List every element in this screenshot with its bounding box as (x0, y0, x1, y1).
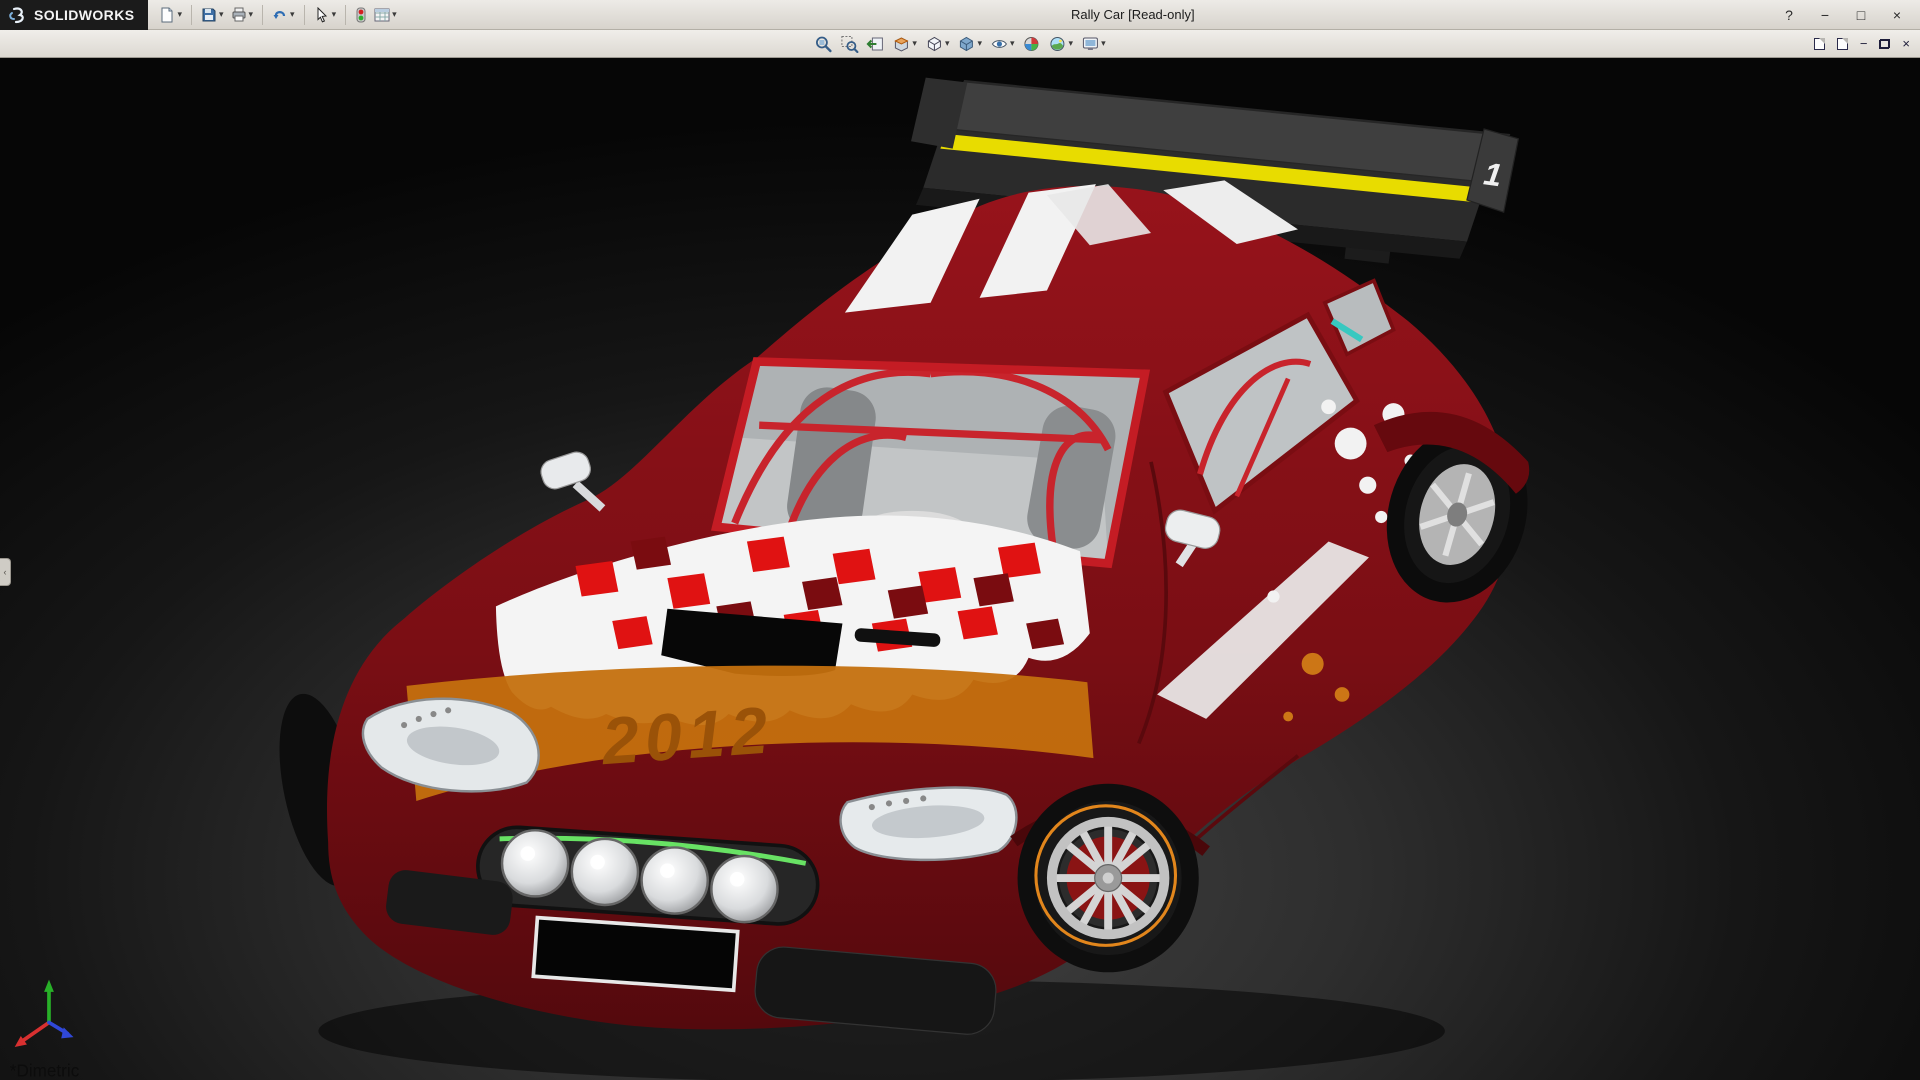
title-bar: SOLIDWORKS ▾ ▾ ▾ (0, 0, 1920, 30)
front-right-wheel[interactable] (1018, 784, 1199, 972)
headsup-view-toolbar: ▾ ▾ ▾ ▾ (812, 33, 1107, 55)
brand-name: SOLIDWORKS (34, 7, 134, 23)
edit-appearance-button[interactable] (1021, 33, 1043, 55)
chevron-down-icon[interactable]: ▾ (977, 39, 982, 48)
toolbar-separator (345, 5, 346, 25)
document-window-controls: − × (1814, 36, 1920, 51)
3d-viewport-scene[interactable]: 1 (0, 58, 1920, 1080)
view-settings-button[interactable]: ▾ (1079, 33, 1108, 55)
chevron-down-icon[interactable]: ▾ (912, 39, 917, 48)
document-icon[interactable] (1814, 38, 1825, 50)
zoom-to-area-button[interactable] (838, 33, 860, 55)
car-body[interactable]: 2012 (327, 180, 1511, 1036)
window-controls: ? − □ × (1780, 7, 1920, 23)
apply-scene-button[interactable]: ▾ (1047, 33, 1076, 55)
chevron-down-icon[interactable]: ▾ (219, 10, 224, 19)
right-headlight[interactable] (841, 788, 1017, 860)
rebuild-button[interactable] (352, 4, 370, 26)
hide-show-items-button[interactable]: ▾ (988, 33, 1017, 55)
print-button[interactable]: ▾ (228, 4, 257, 26)
chevron-down-icon[interactable]: ▾ (1010, 39, 1015, 48)
chevron-down-icon[interactable]: ▾ (945, 39, 950, 48)
chevron-down-icon[interactable]: ▾ (177, 10, 182, 19)
chevron-down-icon[interactable]: ▾ (332, 10, 337, 19)
license-plate (533, 918, 737, 991)
graphics-area[interactable]: ‹ (0, 58, 1920, 1080)
help-button[interactable]: ? (1780, 7, 1798, 23)
toolbar-separator (262, 5, 263, 25)
feature-tree-collapse-tab[interactable]: ‹ (0, 558, 11, 586)
document-restore-button[interactable] (1879, 39, 1890, 49)
chevron-down-icon[interactable]: ▾ (1069, 39, 1074, 48)
solidworks-logo: SOLIDWORKS (0, 0, 148, 30)
save-button[interactable]: ▾ (198, 4, 227, 26)
chevron-down-icon[interactable]: ▾ (392, 10, 397, 19)
chevron-down-icon[interactable]: ▾ (1101, 39, 1106, 48)
standard-toolbar: ▾ ▾ ▾ ▾ (156, 4, 399, 26)
view-orientation-button[interactable]: ▾ (923, 33, 952, 55)
zoom-to-fit-button[interactable] (812, 33, 834, 55)
document-minimize-button[interactable]: − (1860, 36, 1868, 51)
maximize-button[interactable]: □ (1852, 7, 1870, 23)
select-tool-button[interactable]: ▾ (311, 4, 340, 26)
toolbar-separator (304, 5, 305, 25)
section-view-button[interactable]: ▾ (890, 33, 919, 55)
3ds-logo-icon (8, 6, 28, 24)
toolbar-separator (191, 5, 192, 25)
undo-button[interactable]: ▾ (269, 4, 298, 26)
display-style-button[interactable]: ▾ (955, 33, 984, 55)
close-button[interactable]: × (1888, 7, 1906, 23)
headsup-bar: ▾ ▾ ▾ ▾ (0, 30, 1920, 58)
chevron-down-icon[interactable]: ▾ (249, 10, 254, 19)
document-icon[interactable] (1837, 38, 1848, 50)
year-decal: 2012 (598, 693, 776, 779)
options-button[interactable]: ▾ (371, 4, 400, 26)
previous-view-button[interactable] (864, 33, 886, 55)
minimize-button[interactable]: − (1816, 7, 1834, 23)
view-orientation-label: *Dimetric (10, 1060, 80, 1080)
window-title: Rally Car [Read-only] (1071, 7, 1195, 22)
orientation-triad (15, 980, 74, 1047)
new-document-button[interactable]: ▾ (156, 4, 185, 26)
document-close-button[interactable]: × (1902, 36, 1910, 51)
left-mirror[interactable] (538, 449, 603, 508)
chevron-down-icon[interactable]: ▾ (290, 10, 295, 19)
